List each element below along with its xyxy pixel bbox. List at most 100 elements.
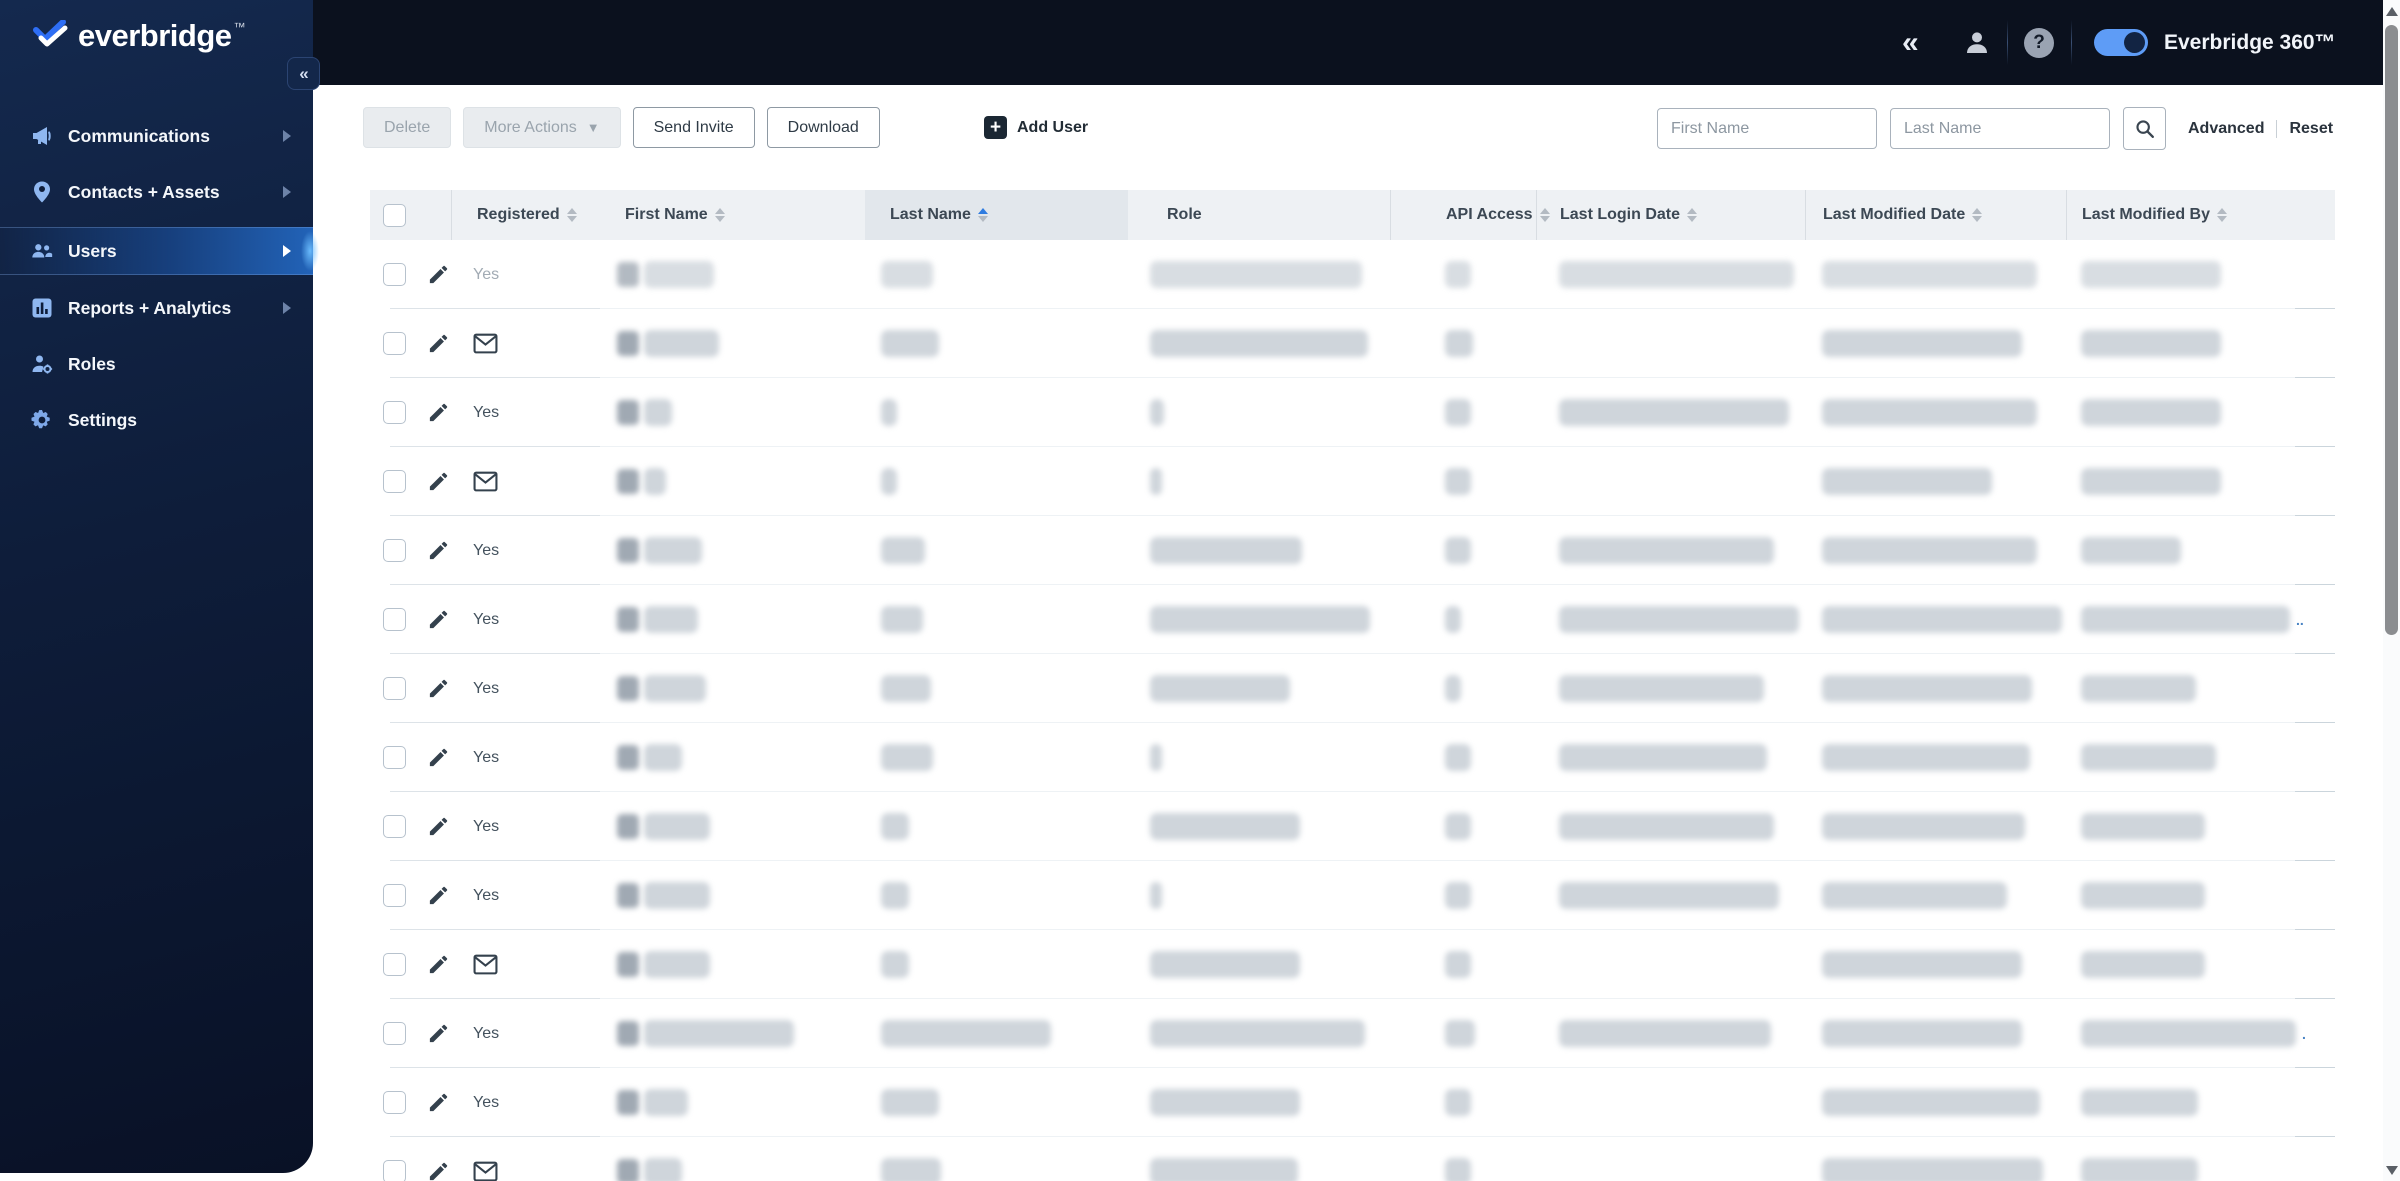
- row-checkbox[interactable]: [383, 263, 406, 286]
- edit-user-button[interactable]: [427, 1022, 450, 1045]
- resend-invite-button[interactable]: [473, 1161, 498, 1181]
- resend-invite-button[interactable]: [473, 333, 498, 354]
- edit-pencil-icon[interactable]: [427, 539, 450, 562]
- edit-pencil-icon[interactable]: [427, 815, 450, 838]
- sidebar-collapse-button[interactable]: «: [287, 57, 320, 90]
- scroll-down-icon[interactable]: [2386, 1166, 2398, 1175]
- search-button[interactable]: [2123, 107, 2166, 150]
- column-header-last-name[interactable]: Last Name: [865, 190, 1128, 240]
- column-header-last-modified-by[interactable]: Last Modified By: [2066, 190, 2335, 240]
- row-checkbox[interactable]: [383, 1160, 406, 1181]
- resend-invite-button[interactable]: [473, 471, 498, 492]
- column-header-api-access[interactable]: API Access: [1390, 190, 1550, 240]
- reset-search-link[interactable]: Reset: [2289, 120, 2333, 138]
- table-cell: [1128, 861, 1390, 930]
- table-cell: [1128, 516, 1390, 585]
- table-body: Yes Yes Yes Yes.. Yes Yes Yes Yes Yes . …: [370, 240, 2335, 1181]
- edit-user-button[interactable]: [427, 884, 450, 907]
- row-checkbox[interactable]: [383, 884, 406, 907]
- row-checkbox[interactable]: [383, 332, 406, 355]
- column-label: Registered: [477, 206, 560, 223]
- send-invite-button[interactable]: Send Invite: [632, 107, 755, 148]
- column-header-last-login-date[interactable]: Last Login Date: [1536, 190, 1805, 240]
- edit-pencil-icon[interactable]: [427, 1022, 450, 1045]
- table-row: [370, 447, 2335, 516]
- edit-pencil-icon[interactable]: [427, 746, 450, 769]
- column-header-select[interactable]: [370, 190, 451, 240]
- row-checkbox[interactable]: [383, 746, 406, 769]
- scroll-up-icon[interactable]: [2386, 7, 2398, 16]
- resend-invite-email-icon[interactable]: [473, 471, 498, 492]
- person-icon: [1967, 31, 1987, 53]
- resend-invite-email-icon[interactable]: [473, 954, 498, 975]
- row-checkbox[interactable]: [383, 1022, 406, 1045]
- edit-pencil-icon[interactable]: [427, 1091, 450, 1114]
- topbar-collapse-icon[interactable]: «: [1902, 0, 1919, 85]
- registered-yes-label: Yes: [473, 541, 500, 559]
- edit-user-button[interactable]: [427, 746, 450, 769]
- edit-user-button[interactable]: [427, 401, 450, 424]
- row-checkbox[interactable]: [383, 1091, 406, 1114]
- edit-user-button[interactable]: [427, 1160, 450, 1181]
- row-checkbox[interactable]: [383, 815, 406, 838]
- redacted-text: [1822, 1158, 2043, 1181]
- redacted-text: [1445, 606, 1461, 633]
- everbridge-360-toggle[interactable]: [2094, 29, 2148, 56]
- row-select-cell: [370, 516, 451, 585]
- edit-pencil-icon[interactable]: [427, 953, 450, 976]
- add-user-button[interactable]: + Add User: [984, 107, 1088, 148]
- sidebar-item-users[interactable]: Users: [0, 227, 319, 275]
- row-checkbox[interactable]: [383, 401, 406, 424]
- registered-yes-label: Yes: [473, 1093, 500, 1111]
- edit-pencil-icon[interactable]: [427, 1160, 450, 1181]
- edit-user-button[interactable]: [427, 263, 450, 286]
- edit-user-button[interactable]: [427, 953, 450, 976]
- column-header-last-modified-date[interactable]: Last Modified Date: [1805, 190, 2066, 240]
- advanced-search-link[interactable]: Advanced: [2188, 120, 2264, 138]
- redacted-text: [881, 882, 909, 909]
- vertical-scrollbar[interactable]: [2383, 0, 2400, 1181]
- column-header-registered[interactable]: Registered: [451, 190, 600, 240]
- edit-pencil-icon[interactable]: [427, 677, 450, 700]
- select-all-checkbox[interactable]: [383, 203, 406, 227]
- scrollbar-thumb[interactable]: [2385, 25, 2398, 635]
- edit-user-button[interactable]: [427, 539, 450, 562]
- edit-user-button[interactable]: [427, 470, 450, 493]
- row-checkbox[interactable]: [383, 677, 406, 700]
- edit-user-button[interactable]: [427, 332, 450, 355]
- edit-pencil-icon[interactable]: [427, 263, 450, 286]
- sidebar-item-roles[interactable]: Roles: [0, 341, 313, 387]
- row-checkbox[interactable]: [383, 539, 406, 562]
- edit-user-button[interactable]: [427, 1091, 450, 1114]
- column-header-first-name[interactable]: First Name: [600, 190, 865, 240]
- sidebar-item-reports-analytics[interactable]: Reports + Analytics: [0, 285, 313, 331]
- help-button[interactable]: ?: [2024, 0, 2054, 85]
- delete-button[interactable]: Delete: [363, 107, 452, 148]
- sidebar-item-contacts-assets[interactable]: Contacts + Assets: [0, 169, 313, 215]
- first-name-search-input[interactable]: [1657, 108, 1877, 149]
- edit-pencil-icon[interactable]: [427, 401, 450, 424]
- edit-pencil-icon[interactable]: [427, 470, 450, 493]
- sidebar-item-settings[interactable]: Settings: [0, 397, 313, 443]
- resend-invite-email-icon[interactable]: [473, 1161, 498, 1181]
- edit-pencil-icon[interactable]: [427, 608, 450, 631]
- table-cell: [1536, 654, 1805, 723]
- table-row: Yes: [370, 378, 2335, 447]
- last-name-search-input[interactable]: [1890, 108, 2110, 149]
- resend-invite-button[interactable]: [473, 954, 498, 975]
- row-checkbox[interactable]: [383, 953, 406, 976]
- download-button[interactable]: Download: [766, 107, 880, 148]
- redacted-text: [2081, 882, 2205, 909]
- sidebar-item-communications[interactable]: Communications: [0, 113, 313, 159]
- redacted-text: [1445, 675, 1461, 702]
- edit-pencil-icon[interactable]: [427, 332, 450, 355]
- row-checkbox[interactable]: [383, 608, 406, 631]
- resend-invite-email-icon[interactable]: [473, 333, 498, 354]
- edit-user-button[interactable]: [427, 815, 450, 838]
- edit-pencil-icon[interactable]: [427, 884, 450, 907]
- row-checkbox[interactable]: [383, 470, 406, 493]
- user-account-button[interactable]: [1962, 0, 1992, 85]
- edit-user-button[interactable]: [427, 608, 450, 631]
- edit-user-button[interactable]: [427, 677, 450, 700]
- more-actions-button[interactable]: More Actions ▼: [463, 107, 621, 148]
